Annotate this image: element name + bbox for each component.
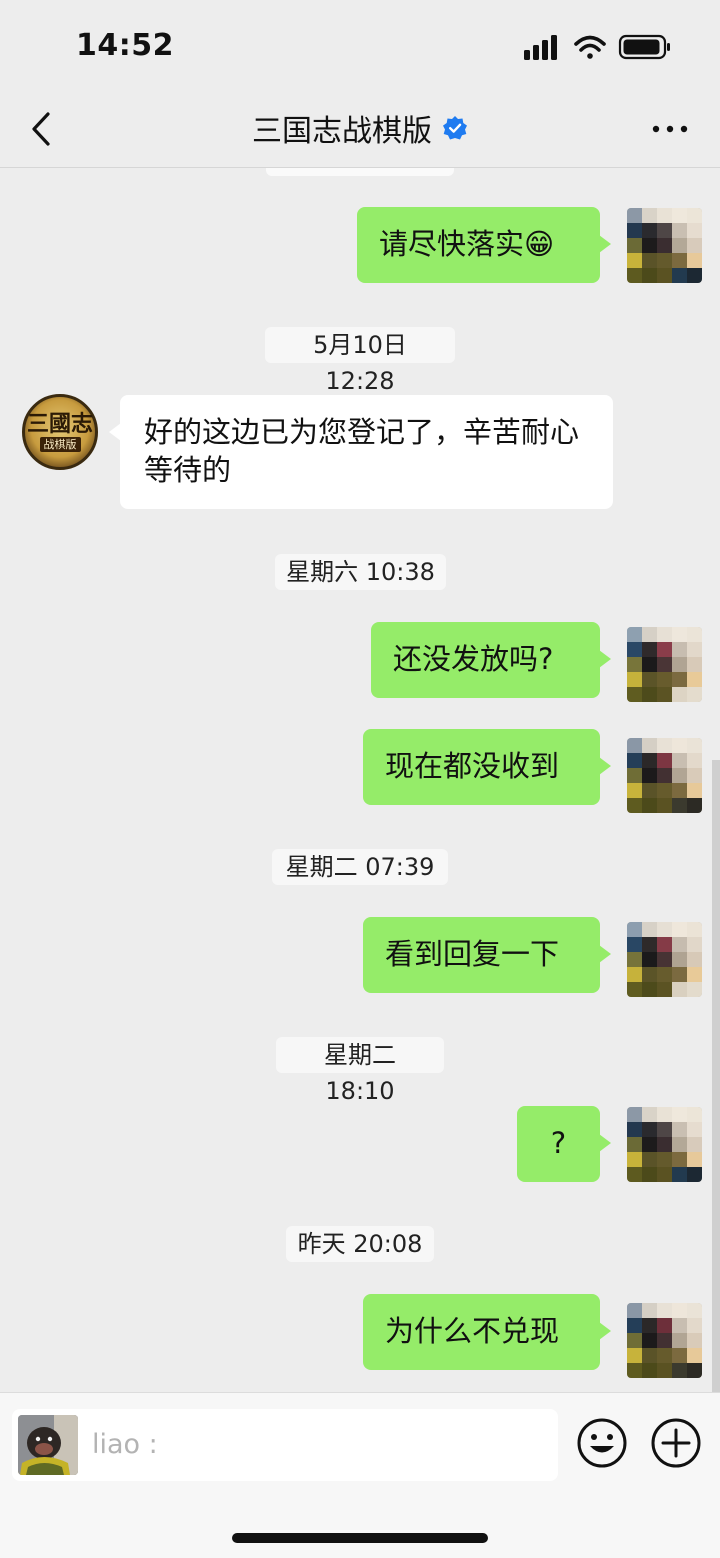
more-button[interactable]	[650, 114, 690, 144]
emoji-icon	[577, 1418, 627, 1468]
plus-icon	[651, 1418, 701, 1468]
game-logo-subtext: 战棋版	[39, 437, 81, 452]
input-placeholder: liao :	[92, 1429, 158, 1460]
chat-screen: 14:52 三国志战棋版 请尽快落实😁 5月10日 12:28 三國志 战棋版 …	[0, 0, 720, 1558]
my-avatar[interactable]	[627, 627, 702, 702]
message-bubble-outgoing[interactable]: 为什么不兑现	[363, 1294, 611, 1370]
game-avatar[interactable]: 三國志 战棋版	[22, 394, 98, 470]
my-avatar[interactable]	[627, 208, 702, 283]
more-icon	[652, 125, 688, 133]
message-bubble-outgoing[interactable]: ?	[517, 1106, 611, 1182]
emoji-button[interactable]	[576, 1417, 628, 1469]
verified-icon	[443, 116, 467, 140]
nav-bar: 三国志战棋版	[0, 92, 720, 168]
my-avatar[interactable]	[627, 1107, 702, 1182]
timestamp: 昨天 20:08	[286, 1226, 434, 1262]
status-time: 14:52	[76, 28, 174, 63]
timestamp: 星期六 10:38	[275, 554, 446, 590]
scroll-indicator[interactable]	[712, 760, 720, 1392]
nav-title-group: 三国志战棋版	[0, 106, 720, 150]
message-bubble-outgoing[interactable]: 请尽快落实😁	[357, 207, 611, 283]
plus-button[interactable]	[650, 1417, 702, 1469]
chat-title: 三国志战棋版	[252, 114, 432, 149]
status-icons	[524, 32, 674, 64]
my-avatar[interactable]	[627, 922, 702, 997]
previous-timestamp-edge	[266, 168, 454, 176]
timestamp: 5月10日 12:28	[265, 327, 455, 395]
wifi-icon	[574, 35, 606, 59]
message-input[interactable]: liao :	[12, 1409, 558, 1481]
timestamp: 星期二 18:10	[276, 1037, 444, 1105]
message-bubble-outgoing[interactable]: 现在都没收到	[363, 729, 611, 805]
timestamp: 星期二 07:39	[272, 849, 448, 885]
game-logo-text: 三國志	[26, 411, 93, 437]
battery-icon	[618, 34, 670, 60]
message-bubble-outgoing[interactable]: 看到回复一下	[363, 917, 611, 993]
signal-icon	[524, 35, 557, 60]
status-bar: 14:52	[0, 0, 720, 92]
my-avatar[interactable]	[627, 1303, 702, 1378]
my-avatar[interactable]	[627, 738, 702, 813]
message-bubble-incoming[interactable]: 好的这边已为您登记了，辛苦耐心等待的	[109, 395, 613, 509]
input-avatar[interactable]	[18, 1415, 78, 1475]
message-bubble-outgoing[interactable]: 还没发放吗?	[371, 622, 611, 698]
home-indicator[interactable]	[232, 1533, 488, 1543]
